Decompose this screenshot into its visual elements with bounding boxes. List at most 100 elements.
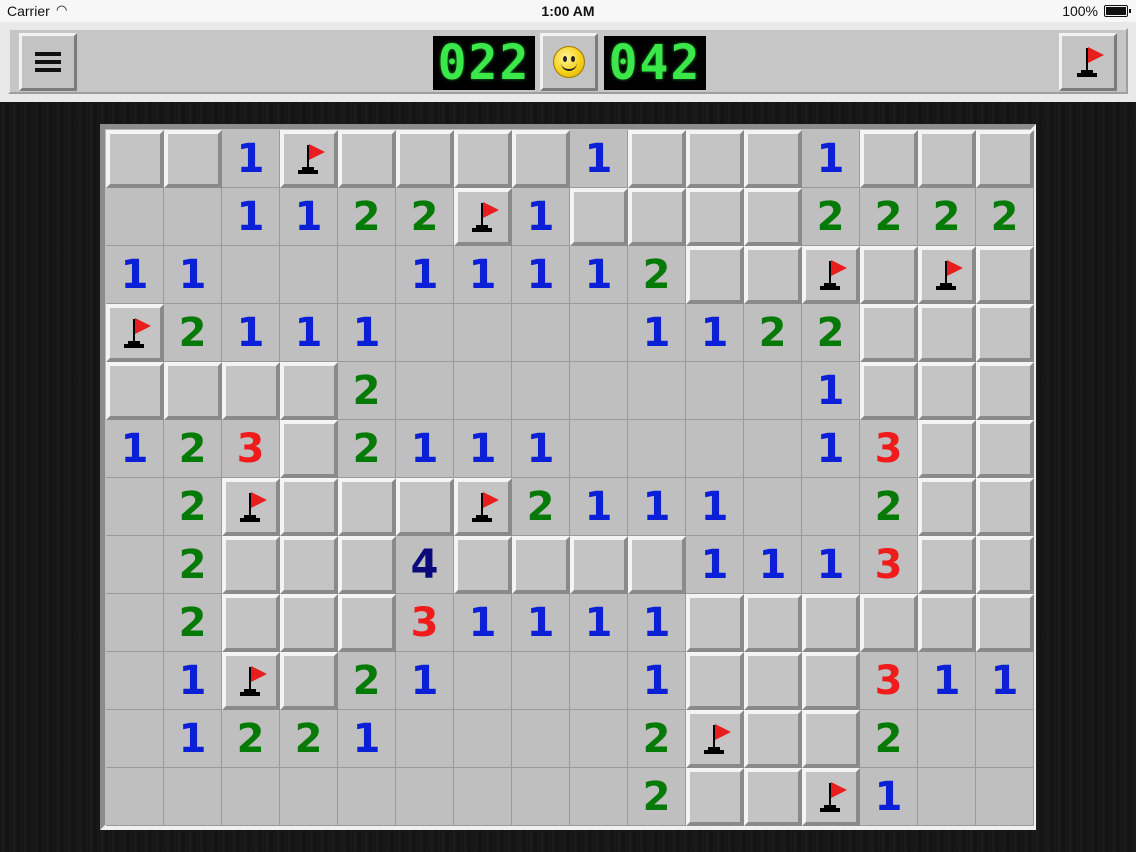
number-cell[interactable]: 1: [628, 478, 686, 536]
number-cell[interactable]: 2: [860, 710, 918, 768]
unopened-cell[interactable]: [918, 536, 976, 594]
empty-cell[interactable]: [628, 420, 686, 478]
unopened-cell[interactable]: [338, 130, 396, 188]
empty-cell[interactable]: [106, 710, 164, 768]
unopened-cell[interactable]: [570, 188, 628, 246]
unopened-cell[interactable]: [164, 130, 222, 188]
number-cell[interactable]: 1: [512, 594, 570, 652]
number-cell[interactable]: 2: [860, 478, 918, 536]
empty-cell[interactable]: [164, 768, 222, 826]
unopened-cell[interactable]: [976, 594, 1034, 652]
unopened-cell[interactable]: [802, 710, 860, 768]
empty-cell[interactable]: [454, 362, 512, 420]
number-cell[interactable]: 3: [860, 652, 918, 710]
new-game-face-button[interactable]: [540, 33, 598, 91]
flagged-cell[interactable]: [222, 652, 280, 710]
unopened-cell[interactable]: [338, 536, 396, 594]
number-cell[interactable]: 2: [338, 188, 396, 246]
empty-cell[interactable]: [744, 420, 802, 478]
empty-cell[interactable]: [396, 362, 454, 420]
number-cell[interactable]: 1: [454, 420, 512, 478]
empty-cell[interactable]: [512, 362, 570, 420]
number-cell[interactable]: 1: [918, 652, 976, 710]
number-cell[interactable]: 1: [570, 246, 628, 304]
unopened-cell[interactable]: [860, 304, 918, 362]
unopened-cell[interactable]: [802, 652, 860, 710]
empty-cell[interactable]: [454, 652, 512, 710]
empty-cell[interactable]: [512, 652, 570, 710]
number-cell[interactable]: 1: [686, 304, 744, 362]
unopened-cell[interactable]: [860, 130, 918, 188]
empty-cell[interactable]: [976, 768, 1034, 826]
unopened-cell[interactable]: [860, 246, 918, 304]
number-cell[interactable]: 1: [280, 188, 338, 246]
number-cell[interactable]: 2: [338, 420, 396, 478]
flagged-cell[interactable]: [106, 304, 164, 362]
unopened-cell[interactable]: [280, 594, 338, 652]
number-cell[interactable]: 3: [860, 420, 918, 478]
number-cell[interactable]: 1: [164, 652, 222, 710]
unopened-cell[interactable]: [976, 478, 1034, 536]
empty-cell[interactable]: [338, 768, 396, 826]
unopened-cell[interactable]: [860, 594, 918, 652]
unopened-cell[interactable]: [976, 362, 1034, 420]
empty-cell[interactable]: [570, 304, 628, 362]
flagged-cell[interactable]: [454, 478, 512, 536]
empty-cell[interactable]: [280, 768, 338, 826]
empty-cell[interactable]: [106, 652, 164, 710]
unopened-cell[interactable]: [686, 246, 744, 304]
flagged-cell[interactable]: [802, 246, 860, 304]
empty-cell[interactable]: [106, 188, 164, 246]
empty-cell[interactable]: [396, 304, 454, 362]
unopened-cell[interactable]: [512, 536, 570, 594]
unopened-cell[interactable]: [280, 362, 338, 420]
unopened-cell[interactable]: [918, 594, 976, 652]
unopened-cell[interactable]: [628, 536, 686, 594]
unopened-cell[interactable]: [686, 768, 744, 826]
number-cell[interactable]: 1: [222, 130, 280, 188]
number-cell[interactable]: 2: [164, 420, 222, 478]
empty-cell[interactable]: [106, 536, 164, 594]
unopened-cell[interactable]: [744, 652, 802, 710]
empty-cell[interactable]: [338, 246, 396, 304]
number-cell[interactable]: 3: [860, 536, 918, 594]
number-cell[interactable]: 1: [280, 304, 338, 362]
number-cell[interactable]: 2: [860, 188, 918, 246]
unopened-cell[interactable]: [222, 594, 280, 652]
number-cell[interactable]: 2: [744, 304, 802, 362]
unopened-cell[interactable]: [396, 478, 454, 536]
empty-cell[interactable]: [686, 362, 744, 420]
unopened-cell[interactable]: [512, 130, 570, 188]
unopened-cell[interactable]: [744, 594, 802, 652]
unopened-cell[interactable]: [686, 652, 744, 710]
unopened-cell[interactable]: [454, 130, 512, 188]
unopened-cell[interactable]: [918, 304, 976, 362]
unopened-cell[interactable]: [918, 362, 976, 420]
number-cell[interactable]: 1: [744, 536, 802, 594]
number-cell[interactable]: 1: [628, 304, 686, 362]
flagged-cell[interactable]: [802, 768, 860, 826]
number-cell[interactable]: 1: [512, 246, 570, 304]
empty-cell[interactable]: [918, 768, 976, 826]
number-cell[interactable]: 1: [802, 420, 860, 478]
unopened-cell[interactable]: [338, 594, 396, 652]
empty-cell[interactable]: [106, 768, 164, 826]
number-cell[interactable]: 2: [396, 188, 454, 246]
unopened-cell[interactable]: [628, 188, 686, 246]
number-cell[interactable]: 1: [512, 420, 570, 478]
number-cell[interactable]: 2: [976, 188, 1034, 246]
unopened-cell[interactable]: [802, 594, 860, 652]
number-cell[interactable]: 2: [164, 478, 222, 536]
unopened-cell[interactable]: [106, 362, 164, 420]
empty-cell[interactable]: [686, 420, 744, 478]
number-cell[interactable]: 2: [802, 304, 860, 362]
flagged-cell[interactable]: [918, 246, 976, 304]
flagged-cell[interactable]: [454, 188, 512, 246]
flagged-cell[interactable]: [686, 710, 744, 768]
unopened-cell[interactable]: [744, 188, 802, 246]
unopened-cell[interactable]: [338, 478, 396, 536]
number-cell[interactable]: 1: [802, 130, 860, 188]
empty-cell[interactable]: [454, 710, 512, 768]
number-cell[interactable]: 2: [164, 594, 222, 652]
number-cell[interactable]: 1: [686, 536, 744, 594]
